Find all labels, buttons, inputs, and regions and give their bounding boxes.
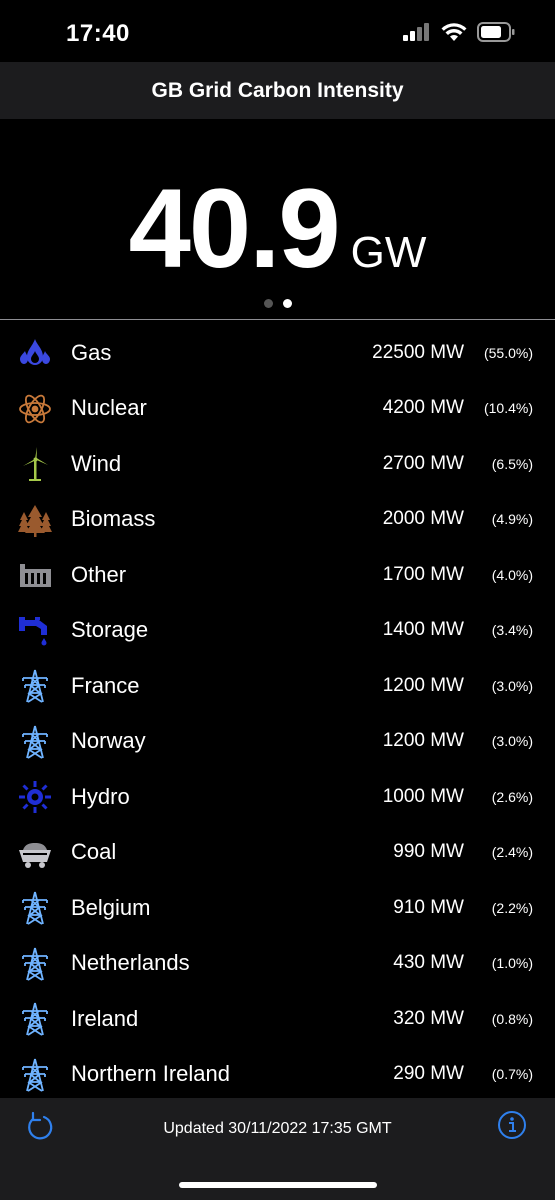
- list-item-nuclear[interactable]: Nuclear 4200 MW (10.4%): [0, 381, 555, 437]
- total-generation-readout: 40.9 GW: [0, 164, 555, 293]
- list-item-netherlands[interactable]: Netherlands 430 MW (1.0%): [0, 936, 555, 992]
- source-mw: 1000 MW: [382, 785, 464, 807]
- page-dot-2[interactable]: [282, 299, 292, 308]
- nav-bar: GB Grid Carbon Intensity: [0, 62, 555, 119]
- source-name: Nuclear: [71, 395, 147, 421]
- list-item-ireland[interactable]: Ireland 320 MW (0.8%): [0, 991, 555, 1047]
- water-wheel-icon: [17, 779, 53, 815]
- source-name: Hydro: [71, 783, 130, 809]
- source-pct: (3.0%): [491, 733, 533, 750]
- source-pct: (3.4%): [491, 622, 533, 639]
- source-name: France: [71, 672, 140, 698]
- page-title: GB Grid Carbon Intensity: [151, 78, 404, 102]
- home-indicator[interactable]: [179, 1182, 377, 1188]
- list-item-northern-ireland[interactable]: Northern Ireland 290 MW (0.7%): [0, 1047, 555, 1103]
- list-item-belgium[interactable]: Belgium 910 MW (2.2%): [0, 880, 555, 936]
- source-mw: 990 MW: [393, 841, 464, 863]
- source-pct: (2.4%): [491, 844, 533, 861]
- pylon-icon: [17, 1057, 53, 1093]
- source-pct: (3.0%): [491, 677, 533, 694]
- page-control[interactable]: [0, 299, 555, 308]
- divider: [0, 319, 555, 320]
- source-mw: 290 MW: [393, 1063, 464, 1085]
- source-name: Coal: [71, 839, 117, 865]
- atom-icon: [17, 391, 53, 427]
- source-mw: 2700 MW: [382, 452, 464, 474]
- source-mw: 1400 MW: [382, 619, 464, 641]
- list-item-other[interactable]: Other 1700 MW (4.0%): [0, 547, 555, 603]
- source-pct: (0.7%): [491, 1066, 533, 1083]
- source-mw: 1700 MW: [382, 563, 464, 585]
- source-name: Netherlands: [71, 950, 190, 976]
- source-name: Norway: [71, 728, 146, 754]
- total-generation-value: 40.9: [128, 166, 341, 291]
- pylon-icon: [17, 724, 53, 760]
- list-item-wind[interactable]: Wind 2700 MW (6.5%): [0, 436, 555, 492]
- source-pct: (0.8%): [491, 1010, 533, 1027]
- source-mw: 910 MW: [393, 896, 464, 918]
- list-item-hydro[interactable]: Hydro 1000 MW (2.6%): [0, 769, 555, 825]
- source-pct: (10.4%): [483, 400, 533, 417]
- status-icons: [403, 22, 515, 47]
- source-mw: 1200 MW: [382, 674, 464, 696]
- pylon-icon: [17, 890, 53, 926]
- battery-icon: [477, 22, 515, 47]
- pylon-icon: [17, 1001, 53, 1037]
- status-time: 17:40: [66, 20, 130, 47]
- bottom-toolbar: Updated 30/11/2022 17:35 GMT: [0, 1098, 555, 1200]
- source-name: Ireland: [71, 1005, 139, 1031]
- source-pct: (55.0%): [483, 344, 533, 361]
- source-mw: 22500 MW: [372, 341, 464, 363]
- source-name: Northern Ireland: [71, 1061, 230, 1087]
- list-item-france[interactable]: France 1200 MW (3.0%): [0, 658, 555, 714]
- coal-cart-icon: [17, 835, 53, 871]
- water-tap-icon: [17, 613, 53, 649]
- source-name: Other: [71, 561, 127, 587]
- source-name: Gas: [71, 339, 112, 365]
- trees-icon: [17, 502, 53, 538]
- source-pct: (4.0%): [491, 566, 533, 583]
- info-icon[interactable]: [497, 1110, 527, 1140]
- wifi-icon: [441, 22, 467, 47]
- list-item-biomass[interactable]: Biomass 2000 MW (4.9%): [0, 492, 555, 548]
- source-pct: (2.2%): [491, 899, 533, 916]
- cellular-signal-icon: [403, 23, 431, 46]
- source-mw: 430 MW: [393, 952, 464, 974]
- source-mw: 4200 MW: [382, 397, 464, 419]
- source-name: Biomass: [71, 506, 156, 532]
- hero-total-generation[interactable]: 40.9 GW: [0, 119, 555, 319]
- source-pct: (2.6%): [491, 788, 533, 805]
- source-name: Wind: [71, 450, 122, 476]
- source-pct: (6.5%): [491, 455, 533, 472]
- source-name: Storage: [71, 617, 149, 643]
- page-dot-1[interactable]: [263, 299, 273, 308]
- source-pct: (1.0%): [491, 955, 533, 972]
- gas-flame-icon: [17, 335, 53, 371]
- factory-icon: [17, 557, 53, 593]
- list-item-gas[interactable]: Gas 22500 MW (55.0%): [0, 325, 555, 381]
- source-pct: (4.9%): [491, 511, 533, 528]
- total-generation-unit: GW: [350, 228, 427, 277]
- source-mw: 320 MW: [393, 1007, 464, 1029]
- generation-list[interactable]: Gas 22500 MW (55.0%) Nuclear 4200 MW (10…: [0, 325, 555, 1102]
- source-mw: 1200 MW: [382, 730, 464, 752]
- status-bar: 17:40: [0, 0, 555, 62]
- wind-turbine-icon: [17, 446, 53, 482]
- list-item-norway[interactable]: Norway 1200 MW (3.0%): [0, 714, 555, 770]
- list-item-coal[interactable]: Coal 990 MW (2.4%): [0, 825, 555, 881]
- source-name: Belgium: [71, 894, 151, 920]
- pylon-icon: [17, 946, 53, 982]
- source-mw: 2000 MW: [382, 508, 464, 530]
- pylon-icon: [17, 668, 53, 704]
- updated-timestamp: Updated 30/11/2022 17:35 GMT: [163, 1120, 392, 1137]
- list-item-storage[interactable]: Storage 1400 MW (3.4%): [0, 603, 555, 659]
